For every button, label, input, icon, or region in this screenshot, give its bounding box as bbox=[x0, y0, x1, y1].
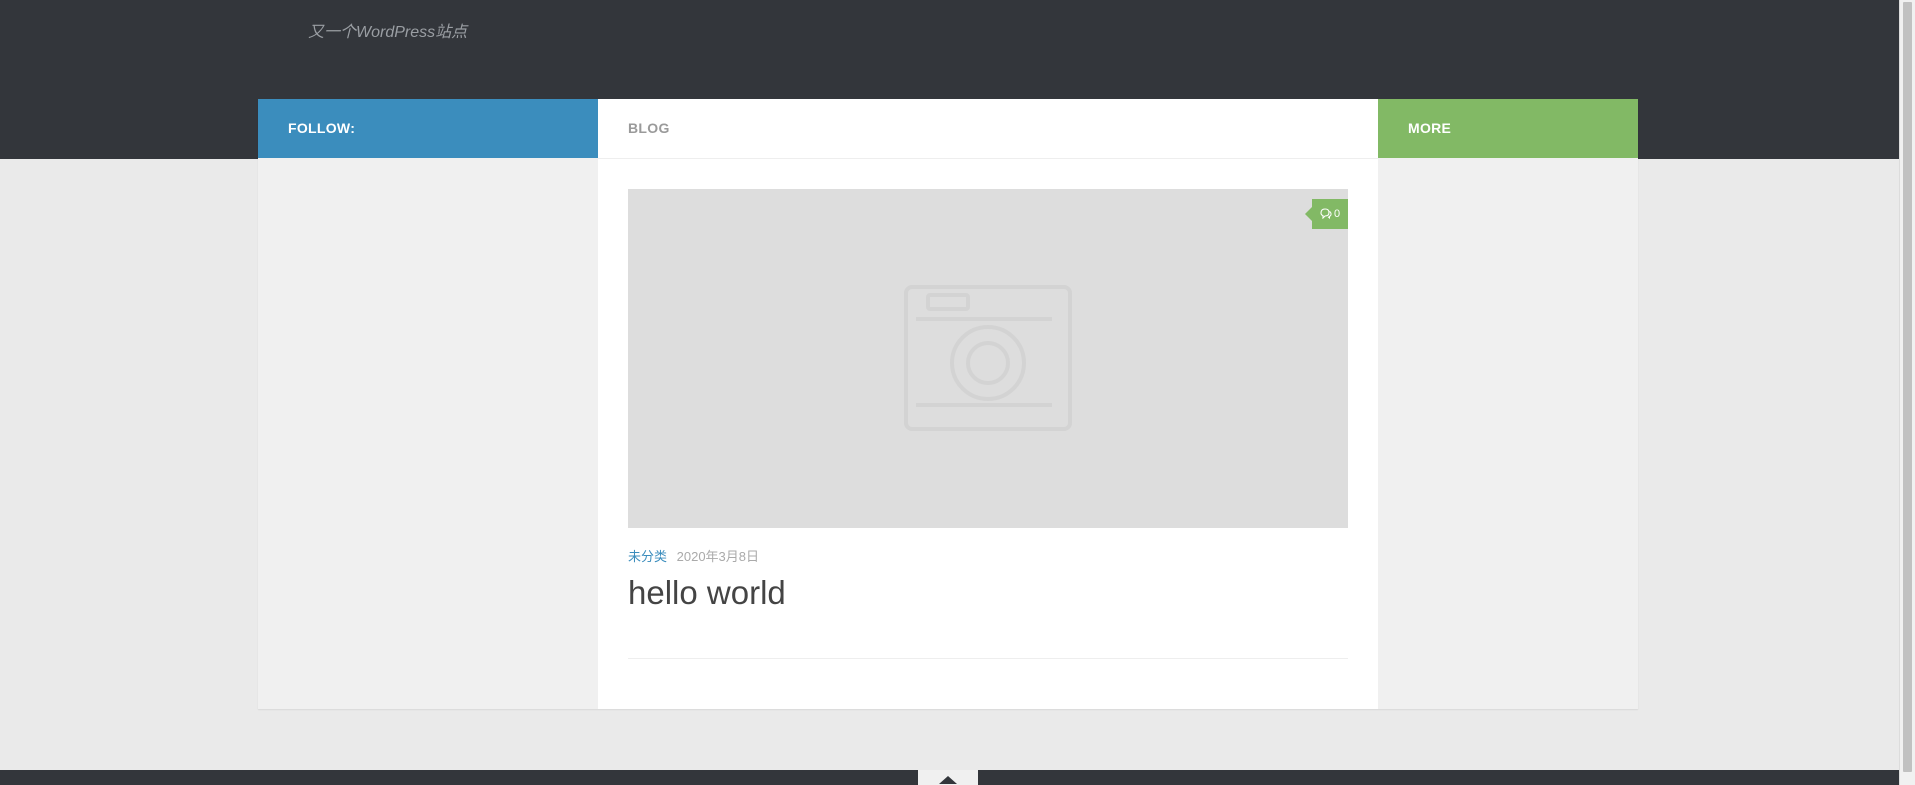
post-date: 2020年3月8日 bbox=[676, 549, 760, 564]
site-tagline: 又一个WordPress站点 bbox=[308, 24, 468, 41]
right-sidebar: MORE bbox=[1378, 99, 1638, 709]
more-heading: MORE bbox=[1378, 99, 1638, 158]
back-to-top-button[interactable] bbox=[918, 770, 978, 785]
follow-heading: FOLLOW: bbox=[258, 99, 598, 158]
main-wrapper: FOLLOW: BLOG 0 未分类 2020年3月8日 hello world… bbox=[258, 99, 1638, 709]
post-meta: 未分类 2020年3月8日 bbox=[628, 546, 759, 565]
scrollbar-thumb[interactable] bbox=[1903, 2, 1912, 772]
post-category-link[interactable]: 未分类 bbox=[628, 549, 667, 564]
post-thumbnail[interactable]: 0 bbox=[628, 189, 1348, 528]
content-column: BLOG 0 未分类 2020年3月8日 hello world bbox=[598, 99, 1378, 709]
left-sidebar: FOLLOW: bbox=[258, 99, 598, 709]
comment-count-badge[interactable]: 0 bbox=[1305, 199, 1348, 229]
post-divider bbox=[628, 658, 1348, 659]
comments-icon bbox=[1320, 208, 1332, 220]
vertical-scrollbar[interactable] bbox=[1899, 0, 1915, 785]
camera-icon bbox=[904, 285, 1072, 431]
blog-heading: BLOG bbox=[598, 99, 1378, 159]
comment-count: 0 bbox=[1333, 208, 1341, 220]
post-title[interactable]: hello world bbox=[628, 574, 786, 612]
